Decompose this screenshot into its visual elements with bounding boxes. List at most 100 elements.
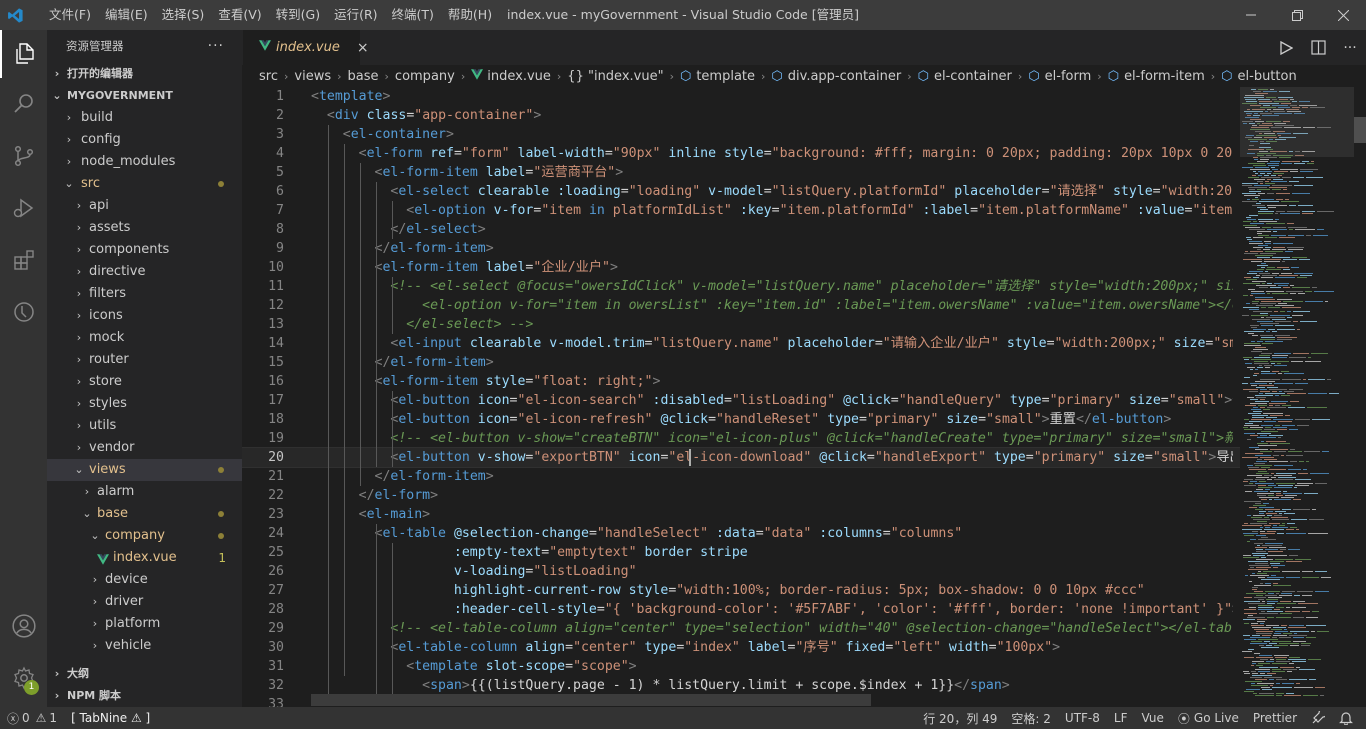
tree-folder-icons[interactable]: › icons	[47, 305, 242, 327]
open-editors-section[interactable]: › 打开的编辑器	[47, 63, 242, 85]
feedback-icon[interactable]	[1304, 707, 1332, 729]
tab-close-icon[interactable]: ×	[357, 40, 369, 56]
code-line[interactable]: 16 <el-form-item style="float: right;">	[242, 372, 1240, 391]
account-icon[interactable]	[0, 602, 47, 650]
horizontal-scrollbar[interactable]	[311, 694, 871, 706]
tree-folder-device[interactable]: › device	[47, 569, 242, 591]
tree-folder-company[interactable]: ⌄ company	[47, 525, 242, 547]
menu-go[interactable]: 转到(G)	[269, 0, 327, 30]
status-bar: ⓧ 0 ⚠ 1 [ TabNine ⚠ ] 行 20，列 49 空格: 2 UTF-…	[0, 707, 1366, 729]
tree-folder-api[interactable]: › api	[47, 195, 242, 217]
code-line[interactable]: 15 </el-form-item>	[242, 353, 1240, 372]
minimap-viewport[interactable]	[1240, 87, 1354, 157]
indentation[interactable]: 空格: 2	[1004, 707, 1058, 729]
tree-folder-router[interactable]: › router	[47, 349, 242, 371]
code-editor[interactable]: 1 <template> 2 <div class="app-container">…	[242, 87, 1240, 707]
breadcrumb-item[interactable]: div.app-container	[788, 69, 901, 84]
run-debug-icon[interactable]	[0, 184, 47, 232]
tree-folder-filters[interactable]: › filters	[47, 283, 242, 305]
breadcrumb-item[interactable]: el-button	[1238, 69, 1297, 84]
search-icon[interactable]	[0, 80, 47, 128]
extensions-icon[interactable]	[0, 236, 47, 284]
breadcrumb-item[interactable]: el-form	[1045, 69, 1092, 84]
menu-run[interactable]: 运行(R)	[327, 0, 384, 30]
tree-folder-vendor[interactable]: › vendor	[47, 437, 242, 459]
breadcrumb-item[interactable]: template	[696, 69, 755, 84]
source-control-icon[interactable]	[0, 132, 47, 180]
code-line[interactable]: 10 <el-form-item label="企业/业户">	[242, 258, 1240, 277]
menu-help[interactable]: 帮助(H)	[441, 0, 499, 30]
minimap-line	[1257, 683, 1274, 684]
menu-view[interactable]: 查看(V)	[211, 0, 268, 30]
tab-index-vue[interactable]: index.vue ×	[243, 30, 369, 65]
menu-edit[interactable]: 编辑(E)	[98, 0, 155, 30]
tree-folder-build[interactable]: › build	[47, 107, 242, 129]
minimize-button[interactable]	[1228, 0, 1274, 30]
tree-folder-components[interactable]: › components	[47, 239, 242, 261]
project-section[interactable]: ⌄ MYGOVERNMENT	[47, 85, 242, 107]
cursor-position[interactable]: 行 20，列 49	[916, 707, 1004, 729]
menu-terminal[interactable]: 终端(T)	[385, 0, 441, 30]
explorer-icon[interactable]	[0, 30, 47, 78]
tree-folder-views[interactable]: ⌄ views	[47, 459, 242, 481]
breadcrumb-item[interactable]: {} "index.vue"	[567, 69, 663, 84]
tree-file-index-vue[interactable]: index.vue 1	[47, 547, 242, 569]
code-line[interactable]: 3 <el-container>	[242, 125, 1240, 144]
code-line[interactable]: 9 </el-form-item>	[242, 239, 1240, 258]
npm-scripts-section[interactable]: › NPM 脚本	[47, 685, 242, 707]
menu-file[interactable]: 文件(F)	[42, 0, 98, 30]
restore-button[interactable]	[1274, 0, 1320, 30]
breadcrumb-item[interactable]: base	[348, 69, 379, 84]
code-line[interactable]: 23 <el-main>	[242, 505, 1240, 524]
split-editor-icon[interactable]	[1302, 30, 1334, 65]
more-actions-icon[interactable]: ···	[208, 38, 224, 54]
more-actions-icon[interactable]: ···	[1334, 30, 1366, 65]
code-line[interactable]: 14 <el-input clearable v-model.trim="lis…	[242, 334, 1240, 353]
tree-folder-directive[interactable]: › directive	[47, 261, 242, 283]
code-line[interactable]: 1 <template>	[242, 87, 1240, 106]
run-icon[interactable]	[1270, 30, 1302, 65]
tabnine-status[interactable]: [ TabNine ⚠ ]	[64, 707, 157, 729]
tree-folder-alarm[interactable]: › alarm	[47, 481, 242, 503]
code-line[interactable]: 5 <el-form-item label="运营商平台">	[242, 163, 1240, 182]
problems-status[interactable]: ⓧ 0 ⚠ 1	[0, 707, 64, 729]
menu-selection[interactable]: 选择(S)	[155, 0, 212, 30]
tree-folder-vehicle[interactable]: › vehicle	[47, 635, 242, 657]
tree-folder-utils[interactable]: › utils	[47, 415, 242, 437]
code-line[interactable]: 6 <el-select clearable :loading="loading…	[242, 182, 1240, 201]
tree-folder-config[interactable]: › config	[47, 129, 242, 151]
code-line[interactable]: 4 <el-form ref="form" label-width="90px"…	[242, 144, 1240, 163]
breadcrumb-item[interactable]: el-form-item	[1124, 69, 1205, 84]
tree-folder-styles[interactable]: › styles	[47, 393, 242, 415]
minimap[interactable]	[1240, 87, 1354, 707]
notifications-icon[interactable]	[1332, 707, 1360, 729]
end-of-line[interactable]: LF	[1107, 707, 1135, 729]
close-window-button[interactable]	[1320, 0, 1366, 30]
tree-folder-base[interactable]: ⌄ base	[47, 503, 242, 525]
breadcrumb-item[interactable]: src	[259, 69, 278, 84]
breadcrumb-item[interactable]: el-container	[934, 69, 1012, 84]
encoding[interactable]: UTF-8	[1058, 707, 1107, 729]
language-mode[interactable]: Vue	[1134, 707, 1170, 729]
tree-folder-driver[interactable]: › driver	[47, 591, 242, 613]
tree-folder-node-modules[interactable]: › node_modules	[47, 151, 242, 173]
breadcrumb-item[interactable]: index.vue	[487, 69, 551, 84]
manage-gear-icon[interactable]	[0, 654, 47, 702]
vertical-scrollbar[interactable]	[1354, 87, 1366, 707]
outline-section[interactable]: › 大纲	[47, 663, 242, 685]
tree-folder-mock[interactable]: › mock	[47, 327, 242, 349]
scrollbar-thumb[interactable]	[1354, 117, 1366, 143]
prettier[interactable]: Prettier	[1246, 707, 1304, 729]
tree-folder-store[interactable]: › store	[47, 371, 242, 393]
breadcrumb-item[interactable]: views	[294, 69, 331, 84]
tree-folder-assets[interactable]: › assets	[47, 217, 242, 239]
code-line[interactable]: 22 </el-form>	[242, 486, 1240, 505]
code-line[interactable]: 21 </el-form-item>	[242, 467, 1240, 486]
code-line[interactable]: 2 <div class="app-container">	[242, 106, 1240, 125]
go-live[interactable]: ⦿ Go Live	[1171, 707, 1246, 729]
breadcrumb-item[interactable]: company	[395, 69, 455, 84]
code-line[interactable]: 24 <el-table @selection-change="handleSe…	[242, 524, 1240, 543]
tree-folder-src[interactable]: ⌄ src	[47, 173, 242, 195]
tree-folder-platform[interactable]: › platform	[47, 613, 242, 635]
timeline-icon[interactable]	[0, 288, 47, 336]
